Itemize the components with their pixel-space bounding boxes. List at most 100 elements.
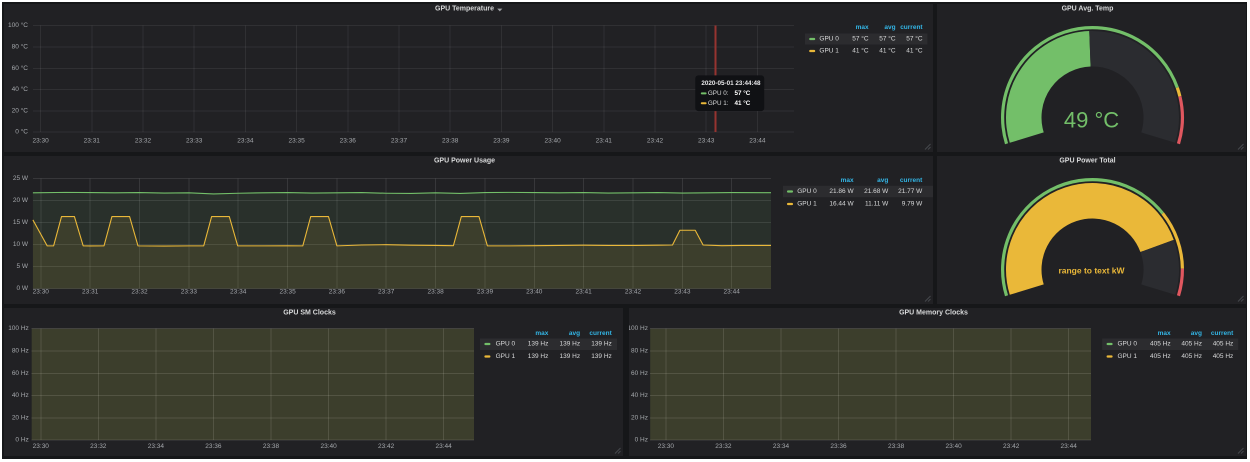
svg-text:23:38: 23:38 xyxy=(427,289,444,296)
svg-text:60 °C: 60 °C xyxy=(12,64,29,72)
svg-text:GPU 0: GPU 0 xyxy=(797,188,817,195)
svg-text:57 °C: 57 °C xyxy=(906,35,923,43)
svg-text:23:31: 23:31 xyxy=(84,138,101,145)
svg-text:23:30: 23:30 xyxy=(33,443,50,450)
svg-text:GPU Power Usage: GPU Power Usage xyxy=(434,158,495,165)
svg-text:23:44: 23:44 xyxy=(724,289,741,296)
svg-text:23:41: 23:41 xyxy=(596,138,613,145)
svg-text:23:40: 23:40 xyxy=(544,138,561,145)
svg-text:100 Hz: 100 Hz xyxy=(629,325,648,332)
svg-text:80 °C: 80 °C xyxy=(12,43,29,51)
svg-text:60 Hz: 60 Hz xyxy=(12,370,29,377)
svg-text:20 W: 20 W xyxy=(13,197,29,204)
svg-text:405 Hz: 405 Hz xyxy=(1150,341,1171,348)
svg-text:23:35: 23:35 xyxy=(288,138,305,145)
svg-text:23:37: 23:37 xyxy=(391,138,408,145)
svg-text:23:30: 23:30 xyxy=(33,289,50,296)
svg-text:avg: avg xyxy=(884,24,895,31)
svg-text:23:42: 23:42 xyxy=(378,443,395,450)
svg-text:23:34: 23:34 xyxy=(237,138,254,145)
svg-text:21.77 W: 21.77 W xyxy=(898,188,923,195)
svg-text:23:31: 23:31 xyxy=(82,289,99,296)
svg-text:23:37: 23:37 xyxy=(378,289,395,296)
svg-text:40 Hz: 40 Hz xyxy=(631,392,648,399)
svg-text:405 Hz: 405 Hz xyxy=(1181,341,1202,348)
svg-text:5 W: 5 W xyxy=(16,263,28,270)
svg-text:80 Hz: 80 Hz xyxy=(631,348,648,355)
svg-text:23:34: 23:34 xyxy=(230,289,247,296)
svg-text:21.68 W: 21.68 W xyxy=(864,188,889,195)
svg-text:40 °C: 40 °C xyxy=(12,85,29,93)
svg-text:23:32: 23:32 xyxy=(131,289,148,296)
svg-text:0 °C: 0 °C xyxy=(15,128,28,136)
svg-text:60 Hz: 60 Hz xyxy=(631,370,648,377)
svg-text:GPU 0:: GPU 0: xyxy=(708,90,729,97)
svg-text:16.44 W: 16.44 W xyxy=(829,201,854,208)
svg-text:GPU 1: GPU 1 xyxy=(819,48,839,55)
svg-text:405 Hz: 405 Hz xyxy=(1213,341,1234,348)
svg-text:139 Hz: 139 Hz xyxy=(528,341,549,348)
svg-text:max: max xyxy=(535,330,548,337)
svg-text:10 W: 10 W xyxy=(13,241,29,248)
svg-text:20 Hz: 20 Hz xyxy=(631,414,648,421)
svg-text:80 Hz: 80 Hz xyxy=(12,348,29,355)
svg-text:139 Hz: 139 Hz xyxy=(528,353,549,360)
svg-text:23:34: 23:34 xyxy=(773,443,790,450)
svg-text:100 °C: 100 °C xyxy=(8,21,28,29)
svg-text:405 Hz: 405 Hz xyxy=(1213,353,1234,360)
svg-text:139 Hz: 139 Hz xyxy=(591,353,612,360)
svg-text:23:39: 23:39 xyxy=(493,138,510,145)
svg-text:23:42: 23:42 xyxy=(1003,443,1020,450)
svg-text:20 Hz: 20 Hz xyxy=(12,414,29,421)
svg-text:21.86 W: 21.86 W xyxy=(829,188,854,195)
svg-text:23:40: 23:40 xyxy=(526,289,543,296)
svg-text:41 °C: 41 °C xyxy=(879,47,896,55)
svg-text:avg: avg xyxy=(877,177,888,184)
svg-text:current: current xyxy=(1211,330,1234,337)
svg-text:GPU 1:: GPU 1: xyxy=(708,100,729,107)
svg-text:23:30: 23:30 xyxy=(32,138,49,145)
svg-text:23:30: 23:30 xyxy=(658,443,675,450)
svg-text:23:38: 23:38 xyxy=(263,443,280,450)
svg-text:23:35: 23:35 xyxy=(279,289,296,296)
svg-text:current: current xyxy=(589,330,612,337)
svg-text:current: current xyxy=(900,24,923,31)
svg-text:23:33: 23:33 xyxy=(186,138,203,145)
svg-text:GPU Memory Clocks: GPU Memory Clocks xyxy=(899,310,968,317)
svg-text:25 W: 25 W xyxy=(13,175,29,182)
svg-text:2020-05-01 23:44:48: 2020-05-01 23:44:48 xyxy=(701,80,761,87)
svg-text:GPU 1: GPU 1 xyxy=(1118,353,1138,360)
svg-text:23:42: 23:42 xyxy=(647,138,664,145)
svg-text:GPU Avg. Temp: GPU Avg. Temp xyxy=(1062,6,1114,13)
svg-text:23:38: 23:38 xyxy=(888,443,905,450)
svg-text:23:42: 23:42 xyxy=(625,289,642,296)
svg-text:max: max xyxy=(856,24,869,31)
svg-text:23:33: 23:33 xyxy=(181,289,198,296)
svg-text:GPU 1: GPU 1 xyxy=(496,353,516,360)
svg-text:57 °C: 57 °C xyxy=(879,35,896,43)
svg-text:405 Hz: 405 Hz xyxy=(1181,353,1202,360)
svg-text:49 °C: 49 °C xyxy=(1064,108,1119,133)
svg-text:max: max xyxy=(841,177,854,184)
svg-text:23:36: 23:36 xyxy=(329,289,346,296)
svg-text:139 Hz: 139 Hz xyxy=(591,341,612,348)
svg-text:23:36: 23:36 xyxy=(340,138,357,145)
svg-text:40 Hz: 40 Hz xyxy=(12,392,29,399)
svg-text:100 Hz: 100 Hz xyxy=(8,325,29,332)
svg-text:23:38: 23:38 xyxy=(442,138,459,145)
svg-text:23:43: 23:43 xyxy=(674,289,691,296)
svg-text:avg: avg xyxy=(1191,330,1202,337)
svg-text:GPU 0: GPU 0 xyxy=(496,341,516,348)
svg-text:0 Hz: 0 Hz xyxy=(15,437,28,444)
svg-text:23:39: 23:39 xyxy=(477,289,494,296)
svg-text:GPU 0: GPU 0 xyxy=(1118,341,1138,348)
svg-text:GPU Power Total: GPU Power Total xyxy=(1059,158,1115,165)
svg-text:41 °C: 41 °C xyxy=(852,47,869,55)
svg-text:41 °C: 41 °C xyxy=(906,47,923,55)
svg-text:23:36: 23:36 xyxy=(205,443,222,450)
svg-text:405 Hz: 405 Hz xyxy=(1150,353,1171,360)
svg-text:23:32: 23:32 xyxy=(135,138,152,145)
svg-text:41 °C: 41 °C xyxy=(735,99,751,107)
svg-text:57 °C: 57 °C xyxy=(852,35,869,43)
svg-text:0 Hz: 0 Hz xyxy=(635,437,648,444)
